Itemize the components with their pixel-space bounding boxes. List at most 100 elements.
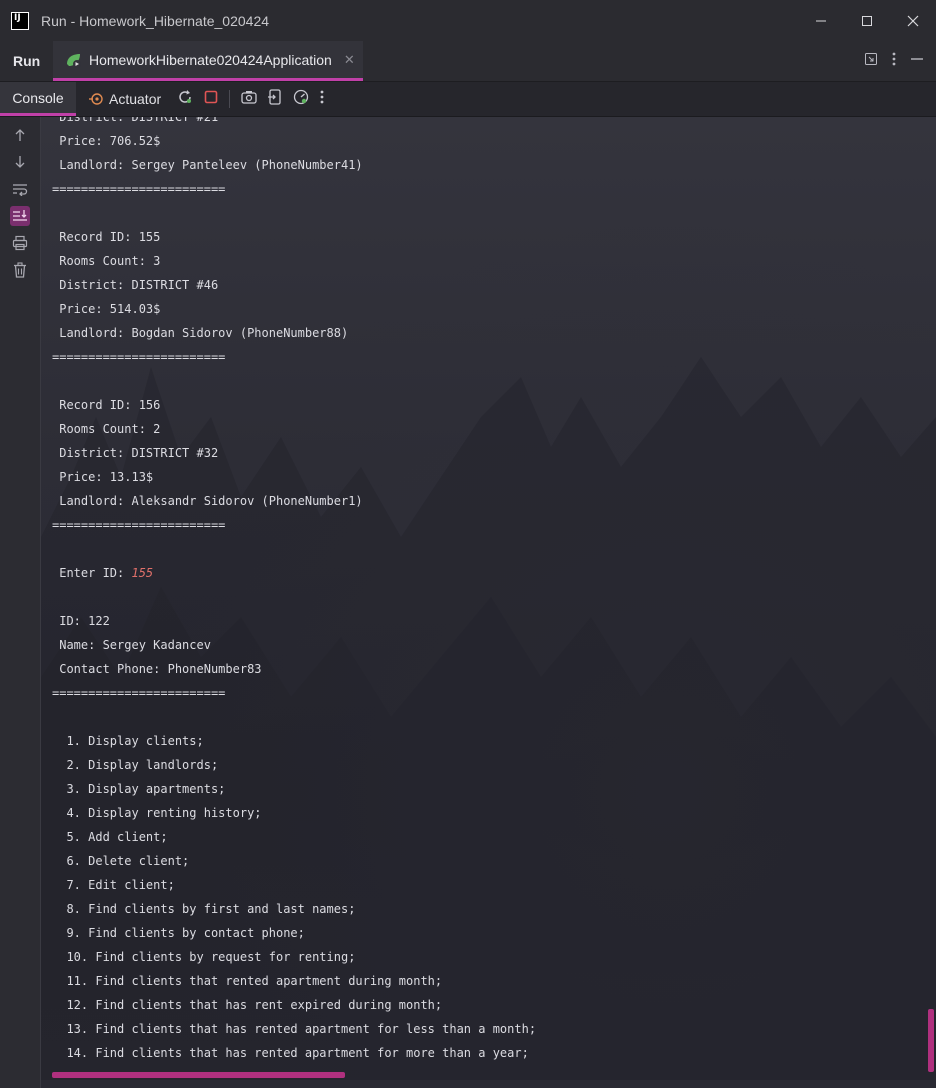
tab-actuator[interactable]: Actuator <box>88 91 161 107</box>
console-line: 12. Find clients that has rent expired d… <box>52 993 916 1017</box>
minimize-tool-window-icon <box>911 57 923 60</box>
console-line: ID: 122 <box>52 609 916 633</box>
console-line-text: Landlord: Bogdan Sidorov (PhoneNumber88) <box>52 326 349 340</box>
console-output[interactable]: District: DISTRICT #21 Price: 706.52$ La… <box>41 117 936 1080</box>
console-line-text: Landlord: Aleksandr Sidorov (PhoneNumber… <box>52 494 363 508</box>
scroll-to-end-toggle[interactable] <box>10 206 30 226</box>
console-line-text: District: DISTRICT #21 <box>52 117 219 124</box>
console-lines: District: DISTRICT #21 Price: 706.52$ La… <box>52 117 916 1065</box>
console-line: Landlord: Bogdan Sidorov (PhoneNumber88) <box>52 321 916 345</box>
soft-wrap-icon <box>13 184 28 196</box>
console-line: 1. Display clients; <box>52 729 916 753</box>
scroll-down-button[interactable] <box>10 152 30 172</box>
console-line-text: Name: Sergey Kadancev <box>52 638 211 652</box>
run-tool-window-label: Run <box>13 53 41 69</box>
console-line-text: Enter ID: <box>52 566 132 580</box>
minimize-icon <box>816 20 826 21</box>
intellij-logo-icon: IJ <box>11 11 29 30</box>
console-toolbar: Console Actuator <box>0 82 936 117</box>
console-line-text: 2. Display landlords; <box>52 758 219 772</box>
console-line-text: ID: 122 <box>52 614 110 628</box>
console-line-text: District: DISTRICT #46 <box>52 278 219 292</box>
maximize-button[interactable] <box>844 0 890 41</box>
soft-wrap-button[interactable] <box>10 179 30 199</box>
console-line: ======================== <box>52 345 916 369</box>
tab-close-icon[interactable]: ✕ <box>344 52 355 68</box>
console-line: Landlord: Aleksandr Sidorov (PhoneNumber… <box>52 489 916 513</box>
console-line-text: 3. Display apartments; <box>52 782 226 796</box>
tab-application-run[interactable]: HomeworkHibernate020424Application ✕ <box>53 41 363 81</box>
console-line: 7. Edit client; <box>52 873 916 897</box>
console-side-toolbar <box>0 117 41 1088</box>
console-line-text: 4. Display renting history; <box>52 806 262 820</box>
dump-icon <box>268 88 281 105</box>
console-line: Rooms Count: 3 <box>52 249 916 273</box>
actuator-label: Actuator <box>109 91 162 107</box>
vertical-scrollbar-thumb[interactable] <box>928 1009 934 1072</box>
window-controls <box>798 0 936 41</box>
console-line-text: Price: 706.52$ <box>52 134 161 148</box>
console-line-text: Record ID: 156 <box>52 398 161 412</box>
console-line-text: ======================== <box>52 686 226 700</box>
console-line-text: 1. Display clients; <box>52 734 204 748</box>
console-line-text: ======================== <box>52 182 226 196</box>
console-line: District: DISTRICT #32 <box>52 441 916 465</box>
camera-icon <box>241 90 257 104</box>
stop-button[interactable] <box>204 90 218 109</box>
arrow-up-icon <box>15 129 25 141</box>
tab-console[interactable]: Console <box>0 82 76 116</box>
user-input-text: 155 <box>131 566 154 580</box>
console-line-text: Contact Phone: PhoneNumber83 <box>52 662 262 676</box>
console-line: 8. Find clients by first and last names; <box>52 897 916 921</box>
console-line-text: 13. Find clients that has rented apartme… <box>52 1022 537 1036</box>
window-title: Run - Homework_Hibernate_020424 <box>41 12 270 29</box>
clear-console-button[interactable] <box>10 260 30 280</box>
title-bar: IJ Run - Homework_Hibernate_020424 <box>0 0 936 42</box>
restore-layout-button[interactable] <box>864 52 878 71</box>
minimize-button[interactable] <box>798 0 844 41</box>
horizontal-scrollbar-thumb[interactable] <box>52 1072 345 1078</box>
console-line: 5. Add client; <box>52 825 916 849</box>
console-line-text: 10. Find clients by request for renting; <box>52 950 356 964</box>
toolbar-more-button[interactable] <box>320 90 324 109</box>
trash-icon <box>14 262 26 278</box>
tool-window-actions <box>864 41 924 81</box>
console-line: Price: 13.13$ <box>52 465 916 489</box>
console-line-text: ======================== <box>52 518 226 532</box>
console-line: 3. Display apartments; <box>52 777 916 801</box>
console-line: 10. Find clients by request for renting; <box>52 945 916 969</box>
run-tab-bar: Run HomeworkHibernate020424Application ✕ <box>0 41 936 82</box>
dump-threads-button[interactable] <box>268 88 282 110</box>
console-line-text: 11. Find clients that rented apartment d… <box>52 974 443 988</box>
rerun-button[interactable] <box>177 89 193 110</box>
console-line-text: 9. Find clients by contact phone; <box>52 926 305 940</box>
hide-tool-window-button[interactable] <box>910 52 924 71</box>
console-line: Enter ID: 155 <box>52 561 916 585</box>
printer-icon <box>12 235 28 251</box>
spring-run-icon <box>67 53 81 68</box>
print-button[interactable] <box>10 233 30 253</box>
console-line: Price: 514.03$ <box>52 297 916 321</box>
console-line: Record ID: 155 <box>52 225 916 249</box>
profiler-button[interactable] <box>293 89 309 110</box>
console-line: ======================== <box>52 513 916 537</box>
actuator-icon <box>89 93 103 105</box>
scroll-up-button[interactable] <box>10 125 30 145</box>
close-icon <box>907 15 919 26</box>
console-line: 14. Find clients that has rented apartme… <box>52 1041 916 1065</box>
screenshot-button[interactable] <box>241 90 257 109</box>
tab-label: HomeworkHibernate020424Application <box>89 51 332 68</box>
console-line: ======================== <box>52 681 916 705</box>
more-options-button[interactable] <box>892 52 896 71</box>
vertical-dots-icon <box>892 52 896 65</box>
console-line-text: 5. Add client; <box>52 830 168 844</box>
gauge-icon <box>293 89 309 104</box>
console-line: Name: Sergey Kadancev <box>52 633 916 657</box>
close-window-button[interactable] <box>890 0 936 41</box>
console-line: 9. Find clients by contact phone; <box>52 921 916 945</box>
rerun-icon <box>179 89 192 103</box>
maximize-icon <box>862 15 872 26</box>
